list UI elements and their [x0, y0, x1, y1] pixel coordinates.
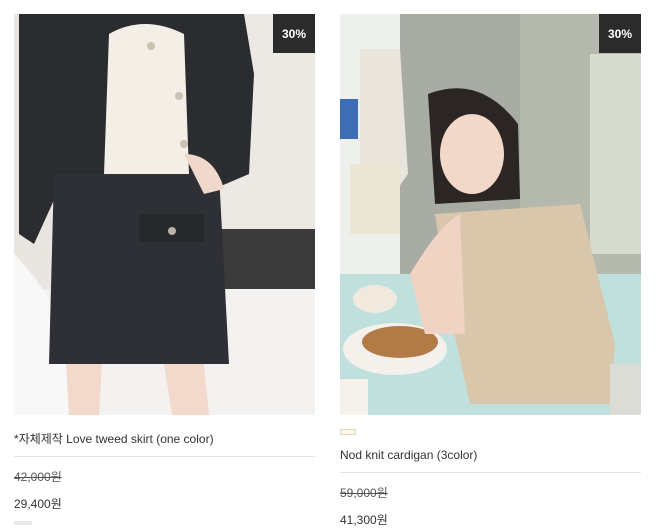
- divider: [340, 472, 641, 473]
- sale-price: 29,400원: [14, 497, 62, 511]
- next-item-stub: [14, 521, 32, 525]
- product-name[interactable]: *자체제작 Love tweed skirt (one color): [14, 431, 315, 447]
- original-price: 42,000원: [14, 470, 62, 484]
- product-name[interactable]: Nod knit cardigan (3color): [340, 447, 641, 463]
- product-photo: [14, 14, 315, 415]
- product-card[interactable]: 30% *자체제작 Love tweed skirt (one color) 4…: [14, 14, 315, 512]
- discount-badge: 30%: [599, 14, 641, 53]
- product-photo: [340, 14, 641, 415]
- product-image-tweed-skirt[interactable]: 30%: [14, 14, 315, 415]
- product-card[interactable]: 30% Nod knit cardigan (3color) 59,000원 4…: [340, 14, 641, 528]
- product-image-knit-cardigan[interactable]: 30%: [340, 14, 641, 415]
- original-price: 59,000원: [340, 486, 388, 500]
- discount-badge: 30%: [273, 14, 315, 53]
- sale-price: 41,300원: [340, 513, 388, 527]
- divider: [14, 456, 315, 457]
- color-tag: [340, 429, 356, 435]
